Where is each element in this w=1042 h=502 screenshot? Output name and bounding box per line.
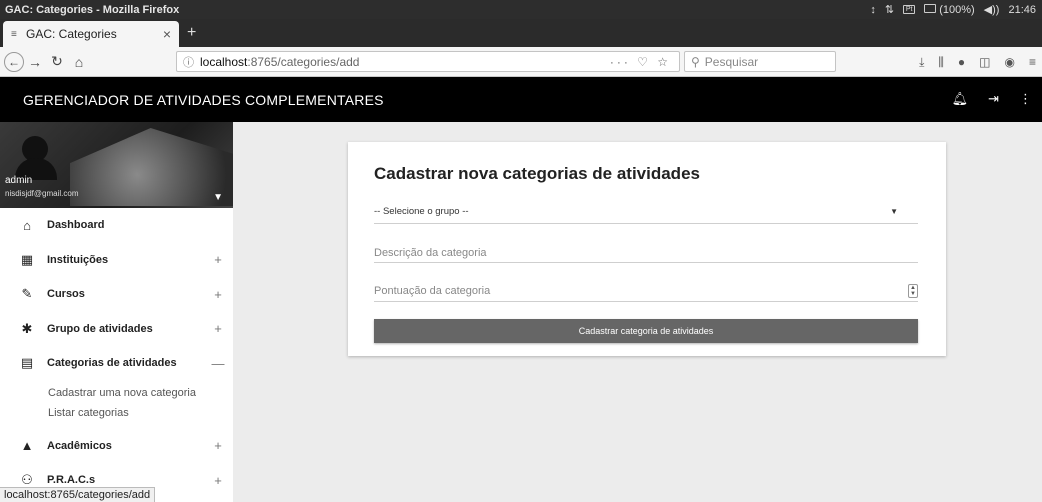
battery-percent: (100%) [939, 3, 975, 16]
sidebar-item-academicos[interactable]: ▲ Acadêmicos + [0, 429, 233, 464]
expand-icon[interactable]: + [203, 287, 233, 302]
sidebar-item-dashboard[interactable]: ⌂ Dashboard [0, 208, 233, 243]
window-title: GAC: Categories - Mozilla Firefox [5, 3, 180, 16]
notifications-icon[interactable]: 🔔︎ [952, 91, 969, 107]
user-email: nisdisjdf@gmail.com [5, 189, 79, 198]
os-title-bar: GAC: Categories - Mozilla Firefox ↕ ⇅ Pt… [0, 0, 1042, 19]
submit-button[interactable]: Cadastrar categoria de atividades [374, 319, 918, 343]
system-tray: ↕ ⇅ Pt (100%) ◀)) 21:46 [870, 3, 1042, 16]
sidebar-menu: ⌂ Dashboard ▦ Instituições + ✎ Cursos + … [0, 208, 233, 498]
expand-icon[interactable]: + [203, 438, 233, 453]
school-icon: ▲ [20, 438, 34, 454]
adblock-icon[interactable]: ● [958, 55, 965, 70]
reload-button[interactable]: ↻ [46, 53, 68, 70]
forward-button[interactable]: → [24, 54, 46, 70]
favicon-icon: ≡ [11, 28, 17, 40]
battery-icon [924, 3, 937, 13]
form-title: Cadastrar nova categorias de atividades [374, 164, 700, 183]
keyboard-layout-icon[interactable]: Pt [903, 5, 916, 14]
group-select-value: -- Selecione o grupo -- [374, 206, 469, 217]
app-title: GERENCIADOR DE ATIVIDADES COMPLEMENTARES [23, 91, 384, 108]
number-spinner-icon[interactable]: ▲ ▼ [908, 283, 918, 298]
navigation-toolbar: ← → ↻ ⌂ ⓘ localhost:8765/categories/add … [0, 47, 1042, 77]
volume-icon[interactable]: ◀)) [984, 3, 1000, 16]
home-icon: ⌂ [23, 217, 31, 233]
graduation-cap-image [70, 128, 233, 206]
status-bar: localhost:8765/categories/add [0, 487, 156, 502]
tab-label: GAC: Categories [26, 27, 117, 41]
back-button[interactable]: ← [4, 51, 24, 72]
user-name: admin [5, 175, 33, 186]
battery-status[interactable]: (100%) [924, 3, 975, 16]
sidebar-item-label: Dashboard [47, 219, 105, 232]
logout-icon[interactable]: ⇥ [988, 91, 999, 107]
clock[interactable]: 21:46 [1008, 4, 1036, 16]
app-header: GERENCIADOR DE ATIVIDADES COMPLEMENTARES… [0, 77, 1042, 122]
sidebar-toggle-icon[interactable]: ◫ [979, 55, 990, 70]
menu-icon[interactable]: ≡ [1029, 55, 1036, 70]
sidebar-item-cursos[interactable]: ✎ Cursos + [0, 277, 233, 312]
sidebar-subitem-listar[interactable]: Listar categorias [0, 403, 233, 423]
sidebar-item-label: Grupo de atividades [47, 322, 153, 335]
extension-icon[interactable]: ◉ [1005, 55, 1015, 70]
sidebar-item-label: Categorias de atividades [47, 357, 177, 370]
search-icon: ⚲ [691, 54, 700, 69]
score-placeholder: Pontuação da categoria [374, 284, 491, 297]
sidebar-item-label: Instituições [47, 253, 109, 266]
chevron-down-icon[interactable]: ▼ [213, 192, 223, 203]
form-card: Cadastrar nova categorias de atividades … [348, 142, 946, 356]
more-vert-icon[interactable]: ⋮ [1019, 91, 1032, 107]
sidebar-subitem-cadastrar[interactable]: Cadastrar uma nova categoria [0, 383, 233, 403]
sidebar-item-label: Cursos [47, 288, 85, 301]
edit-icon: ✎ [21, 286, 33, 302]
search-input[interactable]: ⚲ Pesquisar [684, 51, 836, 72]
user-banner: admin nisdisjdf@gmail.com ▼ [0, 122, 233, 208]
expand-icon[interactable]: + [203, 321, 233, 336]
building-icon: ▦ [20, 251, 34, 267]
collapse-icon[interactable]: — [203, 356, 233, 371]
expand-icon[interactable]: + [203, 252, 233, 267]
url-path: :8765/categories/add [247, 54, 360, 69]
sidebar-item-label: Acadêmicos [47, 439, 112, 452]
sidebar-item-categorias[interactable]: ▤ Categorias de atividades — [0, 346, 233, 381]
download-icon[interactable]: ⤓ [919, 55, 924, 70]
sidebar-item-grupo[interactable]: ✱ Grupo de atividades + [0, 312, 233, 347]
puzzle-icon: ✱ [21, 320, 33, 336]
info-icon[interactable]: ⓘ [183, 54, 194, 70]
url-bar[interactable]: ⓘ localhost:8765/categories/add ··· ♡ ☆ [176, 51, 680, 72]
network-icon[interactable]: ↕ [870, 4, 876, 16]
new-tab-button[interactable]: + [187, 21, 196, 47]
sidebar-item-instituicoes[interactable]: ▦ Instituições + [0, 243, 233, 278]
description-input[interactable]: Descrição da categoria [374, 243, 918, 263]
expand-icon[interactable]: + [203, 473, 233, 488]
sidebar: admin nisdisjdf@gmail.com ▼ ⌂ Dashboard … [0, 122, 233, 502]
score-input[interactable]: Pontuação da categoria ▲ ▼ [374, 280, 918, 302]
library-icon[interactable]: ⫼ [938, 55, 944, 70]
tab-bar: ≡ GAC: Categories × + [0, 19, 1042, 47]
close-tab-icon[interactable]: × [163, 26, 171, 42]
url-host: localhost [200, 54, 248, 69]
page-actions-icon[interactable]: ··· ♡ ☆ [610, 55, 679, 69]
clipboard-icon: ▤ [20, 355, 34, 371]
dropdown-arrow-icon: ▼ [890, 207, 898, 216]
app-header-actions: 🔔︎ ⇥ ⋮ [952, 91, 1032, 107]
toolbar-right: ⤓ ⫼ ● ◫ ◉ ≡ [919, 55, 1036, 70]
description-placeholder: Descrição da categoria [374, 246, 487, 259]
browser-tab[interactable]: ≡ GAC: Categories × [3, 21, 179, 47]
group-select[interactable]: -- Selecione o grupo -- ▼ [374, 200, 918, 224]
transfer-icon[interactable]: ⇅ [885, 3, 894, 16]
sidebar-item-label: P.R.A.C.s [47, 474, 96, 487]
people-icon: ⚇ [21, 472, 33, 488]
home-button[interactable]: ⌂ [68, 54, 90, 70]
search-placeholder: Pesquisar [704, 54, 759, 69]
